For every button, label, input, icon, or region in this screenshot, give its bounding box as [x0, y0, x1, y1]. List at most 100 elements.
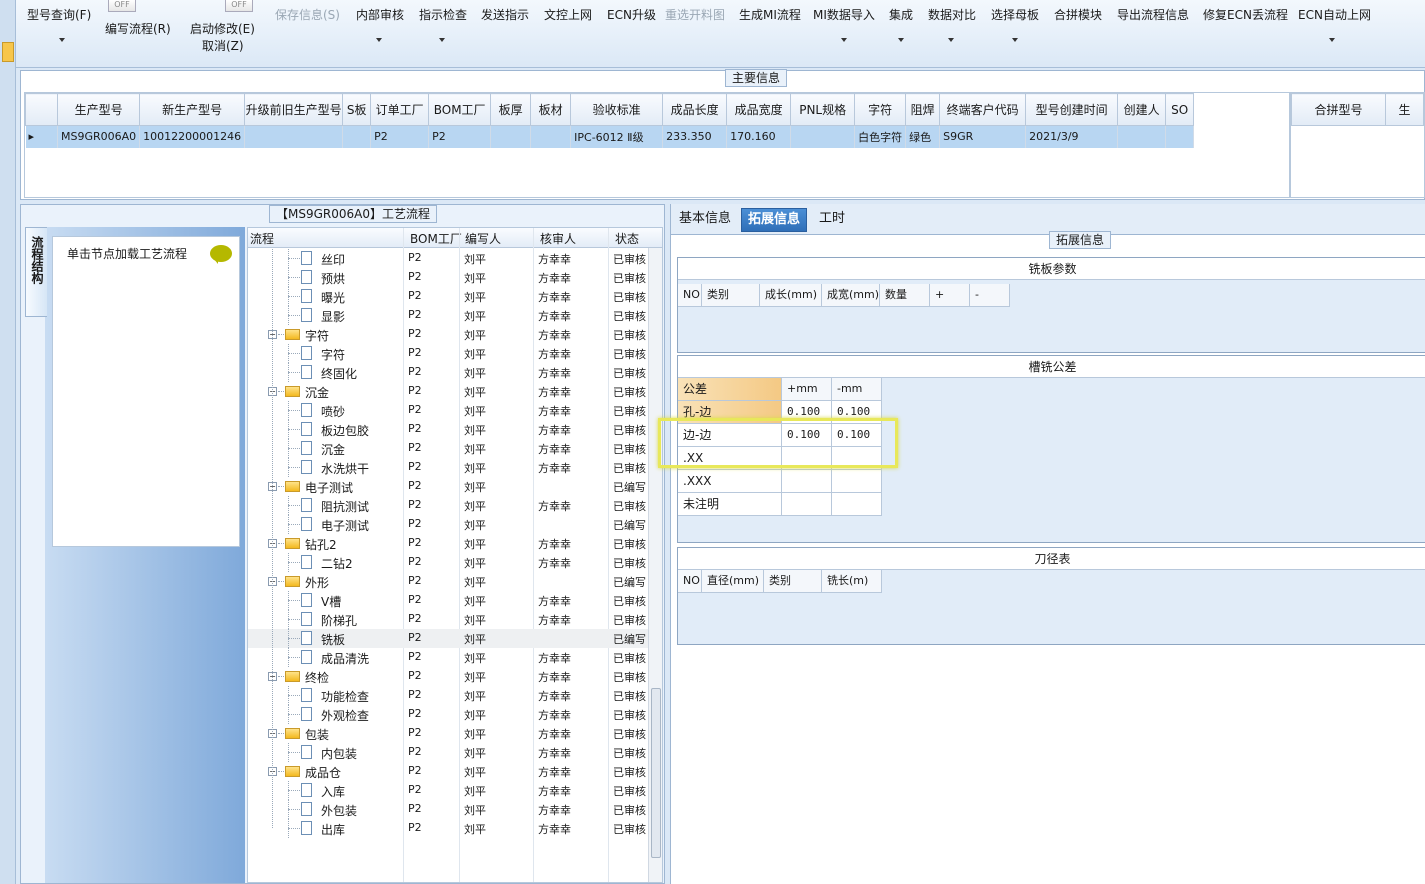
tab-basic-info[interactable]: 基本信息	[673, 208, 737, 232]
table-cell[interactable]: 170.160	[726, 125, 792, 148]
tree-row[interactable]: V槽 P2 刘平 方幸幸 已审核	[248, 591, 648, 610]
node-hint-box[interactable]: 单击节点加载工艺流程	[52, 236, 240, 547]
chevron-down-icon[interactable]	[1012, 38, 1018, 42]
col-header[interactable]: PNL规格	[790, 93, 856, 126]
edit-flow-button[interactable]: 编写流程(R)	[105, 20, 171, 37]
tree-row[interactable]: 内包装 P2 刘平 方幸幸 已审核	[248, 743, 648, 762]
table-cell[interactable]: 绿色	[905, 125, 941, 148]
tree-row[interactable]: − 电子测试 P2 刘平 已编写	[248, 477, 648, 496]
select-mother-board-button[interactable]: 选择母板	[991, 6, 1039, 23]
chevron-down-icon[interactable]	[439, 38, 445, 42]
row-indicator[interactable]: ▸	[25, 125, 58, 148]
col-header[interactable]: 成品长度	[662, 93, 728, 126]
col-header[interactable]: 板厚	[490, 93, 532, 126]
cancel-button[interactable]: 取消(Z)	[202, 37, 244, 54]
tree-row[interactable]: 显影 P2 刘平 方幸幸 已审核	[248, 306, 648, 325]
tree-row[interactable]: 终固化 P2 刘平 方幸幸 已审核	[248, 363, 648, 382]
chevron-down-icon[interactable]	[841, 38, 847, 42]
col-header[interactable]: 阻焊	[905, 93, 941, 126]
table-cell[interactable]	[244, 125, 344, 148]
toggle-switch[interactable]: OFF	[225, 0, 253, 12]
col-header[interactable]: 终端客户代码	[939, 93, 1027, 126]
tolerance-value[interactable]	[782, 470, 832, 493]
tree-row[interactable]: 二钻2 P2 刘平 方幸幸 已审核	[248, 553, 648, 572]
col-header[interactable]: +	[930, 284, 970, 307]
table-cell[interactable]: MS9GR006A0	[57, 125, 141, 148]
merge-module-button[interactable]: 合拼模块	[1054, 6, 1102, 23]
generate-mi-flow-button[interactable]: 生成MI流程	[739, 6, 801, 23]
table-row[interactable]: ▸ MS9GR006A0 10012200001246 P2 P2 IPC-6012 Ⅱ级…	[25, 125, 1195, 148]
col-header[interactable]: 铣长(m)	[822, 570, 882, 593]
model-query-button[interactable]: 型号查询(F)	[27, 6, 91, 23]
tree-row[interactable]: 阻抗测试 P2 刘平 方幸幸 已审核	[248, 496, 648, 515]
internal-review-button[interactable]: 内部审核	[356, 6, 404, 23]
tolerance-value[interactable]: 0.100	[782, 401, 832, 424]
col-header[interactable]: NO	[678, 570, 702, 593]
col-header[interactable]: 新生产型号	[139, 93, 246, 126]
tree-row[interactable]: 沉金 P2 刘平 方幸幸 已审核	[248, 439, 648, 458]
tree-row[interactable]: − 成品仓 P2 刘平 方幸幸 已审核	[248, 762, 648, 781]
chevron-down-icon[interactable]	[898, 38, 904, 42]
col-flow[interactable]: 流程	[250, 230, 274, 247]
col-header[interactable]: 板材	[530, 93, 572, 126]
table-cell[interactable]	[490, 125, 532, 148]
col-header[interactable]: 字符	[854, 93, 907, 126]
chevron-down-icon[interactable]	[376, 38, 382, 42]
col-header[interactable]: 数量	[880, 284, 930, 307]
tolerance-value[interactable]: 0.100	[782, 424, 832, 447]
integration-button[interactable]: 集成	[889, 6, 913, 23]
save-info-button[interactable]: 保存信息(S)	[275, 6, 340, 23]
tree-row[interactable]: 预烘 P2 刘平 方幸幸 已审核	[248, 268, 648, 287]
col-header[interactable]: SO	[1165, 93, 1195, 126]
tree-row[interactable]: − 终检 P2 刘平 方幸幸 已审核	[248, 667, 648, 686]
col-header[interactable]: 型号创建时间	[1025, 93, 1119, 126]
col-header[interactable]: 类别	[764, 570, 822, 593]
table-cell[interactable]: 233.350	[662, 125, 728, 148]
start-modify-button[interactable]: 启动修改(E)	[190, 20, 255, 37]
tree-row[interactable]: 入库 P2 刘平 方幸幸 已审核	[248, 781, 648, 800]
tree-row[interactable]: 外观检查 P2 刘平 方幸幸 已审核	[248, 705, 648, 724]
col-header[interactable]: -	[970, 284, 1010, 307]
col-bom-factory[interactable]: BOM工厂	[410, 230, 462, 247]
col-header[interactable]: 订单工厂	[370, 93, 430, 126]
chevron-down-icon[interactable]	[59, 38, 65, 42]
tolerance-value[interactable]	[782, 447, 832, 470]
ecn-auto-online-button[interactable]: ECN自动上网	[1298, 6, 1371, 23]
tree-row[interactable]: 功能检查 P2 刘平 方幸幸 已审核	[248, 686, 648, 705]
tree-row[interactable]: 电子测试 P2 刘平 已编写	[248, 515, 648, 534]
col-header[interactable]: 成宽(mm)	[822, 284, 880, 307]
col-status[interactable]: 状态	[615, 230, 639, 247]
tree-row[interactable]: 水洗烘干 P2 刘平 方幸幸 已审核	[248, 458, 648, 477]
table-cell[interactable]	[790, 125, 856, 148]
col-merge-model[interactable]: 合拼型号	[1290, 93, 1387, 126]
send-instruction-button[interactable]: 发送指示	[481, 6, 529, 23]
col-header[interactable]: 成长(mm)	[760, 284, 822, 307]
tolerance-value[interactable]	[782, 493, 832, 516]
col-header[interactable]: 类别	[702, 284, 760, 307]
instruction-check-button[interactable]: 指示检查	[419, 6, 467, 23]
tree-row[interactable]: 字符 P2 刘平 方幸幸 已审核	[248, 344, 648, 363]
tree-row[interactable]: − 包装 P2 刘平 方幸幸 已审核	[248, 724, 648, 743]
tree-row[interactable]: 丝印 P2 刘平 方幸幸 已审核	[248, 249, 648, 268]
table-cell[interactable]: P2	[370, 125, 430, 148]
col-header[interactable]: BOM工厂	[428, 93, 492, 126]
table-cell[interactable]: S9GR	[939, 125, 1027, 148]
col-header[interactable]: 直径(mm)	[702, 570, 764, 593]
tolerance-value[interactable]	[832, 493, 882, 516]
table-cell[interactable]: IPC-6012 Ⅱ级	[570, 125, 664, 148]
table-cell[interactable]: 白色字符	[854, 125, 907, 148]
col-writer[interactable]: 编写人	[465, 230, 501, 247]
col-header[interactable]: 生产型号	[56, 93, 141, 126]
ecn-upgrade-button[interactable]: ECN升级	[607, 6, 656, 23]
tree-row[interactable]: 出库 P2 刘平 方幸幸 已审核	[248, 819, 648, 838]
flow-structure-tab[interactable]: 流程结构	[25, 227, 47, 317]
tree-row[interactable]: 阶梯孔 P2 刘平 方幸幸 已审核	[248, 610, 648, 629]
col-truncated[interactable]: 生	[1385, 93, 1424, 126]
mi-data-import-button[interactable]: MI数据导入	[813, 6, 875, 23]
table-cell[interactable]	[1117, 125, 1167, 148]
tree-row[interactable]: − 钻孔2 P2 刘平 方幸幸 已审核	[248, 534, 648, 553]
col-header[interactable]: 升级前旧生产型号	[244, 93, 344, 126]
doc-online-button[interactable]: 文控上网	[544, 6, 592, 23]
table-cell[interactable]: 10012200001246	[139, 125, 246, 148]
tree-row[interactable]: 板边包胶 P2 刘平 方幸幸 已审核	[248, 420, 648, 439]
